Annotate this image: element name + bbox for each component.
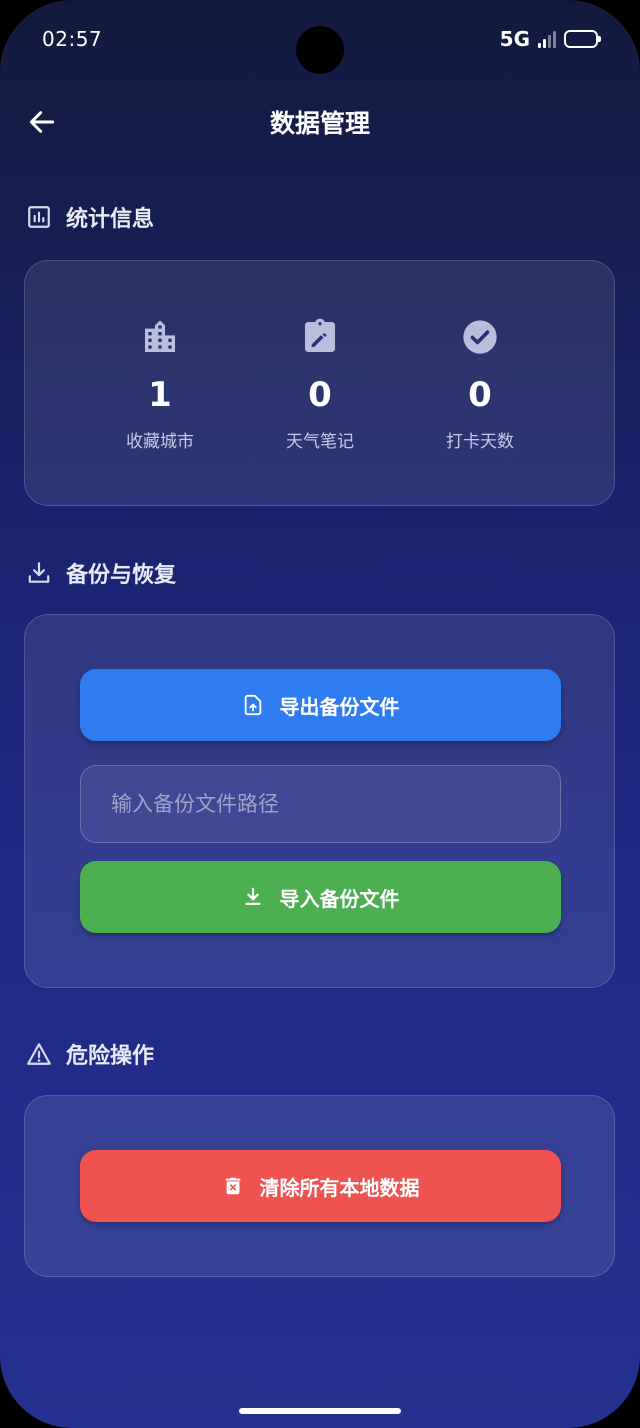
warning-icon bbox=[27, 1043, 51, 1065]
stats-section-header: 统计信息 bbox=[26, 201, 154, 233]
file-upload-icon bbox=[244, 694, 261, 716]
status-icons: 5G bbox=[499, 27, 601, 51]
page-title: 数据管理 bbox=[269, 109, 370, 138]
export-backup-label: 导出备份文件 bbox=[279, 694, 400, 719]
battery-icon bbox=[564, 30, 601, 48]
stat-value: 1 bbox=[148, 375, 172, 415]
top-app-bar: 数据管理 bbox=[0, 92, 640, 152]
stats-card: 1 收藏城市 0 天气笔记 0 打卡天数 bbox=[24, 260, 615, 506]
stat-label: 天气笔记 bbox=[286, 432, 354, 452]
stat-weather-notes: 0 天气笔记 bbox=[240, 317, 400, 452]
phone-screen: 02:57 5G 数据管理 统计信息 1 收藏城市 0 天气笔记 0 打卡天数 … bbox=[0, 0, 640, 1428]
bar-chart-icon bbox=[28, 206, 50, 228]
import-backup-label: 导入备份文件 bbox=[279, 886, 400, 911]
signal-icon bbox=[538, 30, 556, 48]
danger-section-header: 危险操作 bbox=[26, 1038, 154, 1070]
backup-section-title: 备份与恢复 bbox=[66, 563, 177, 588]
danger-section-title: 危险操作 bbox=[66, 1044, 155, 1069]
backup-card: 导出备份文件 导入备份文件 bbox=[24, 614, 615, 988]
delete-icon bbox=[225, 1177, 240, 1195]
stat-value: 0 bbox=[308, 375, 332, 415]
export-backup-button[interactable]: 导出备份文件 bbox=[80, 669, 561, 741]
network-type: 5G bbox=[499, 27, 530, 51]
danger-card: 清除所有本地数据 bbox=[24, 1095, 615, 1277]
backup-path-input[interactable] bbox=[80, 765, 561, 843]
status-bar: 02:57 5G bbox=[0, 0, 640, 80]
status-time: 02:57 bbox=[42, 27, 103, 51]
note-edit-icon bbox=[305, 318, 335, 352]
check-circle-icon bbox=[463, 320, 497, 354]
stat-value: 0 bbox=[468, 375, 492, 415]
home-indicator[interactable] bbox=[239, 1408, 401, 1414]
city-icon bbox=[145, 320, 175, 352]
clear-all-data-label: 清除所有本地数据 bbox=[259, 1175, 420, 1200]
clear-all-data-button[interactable]: 清除所有本地数据 bbox=[80, 1150, 561, 1222]
stats-section-title: 统计信息 bbox=[66, 207, 155, 232]
download-tray-icon bbox=[28, 562, 50, 583]
stat-favorite-cities: 1 收藏城市 bbox=[80, 317, 240, 452]
stat-checkin-days: 0 打卡天数 bbox=[400, 317, 560, 452]
backup-section-header: 备份与恢复 bbox=[26, 557, 176, 589]
camera-cutout bbox=[296, 26, 344, 74]
stat-label: 打卡天数 bbox=[446, 432, 514, 452]
download-icon bbox=[244, 887, 261, 905]
import-backup-button[interactable]: 导入备份文件 bbox=[80, 861, 561, 933]
stat-label: 收藏城市 bbox=[126, 432, 194, 452]
